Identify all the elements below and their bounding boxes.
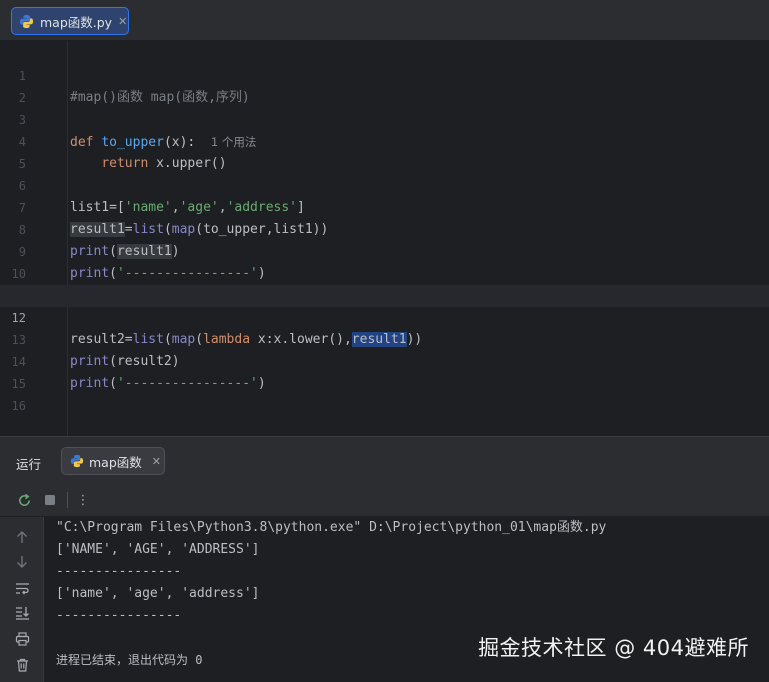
trash-icon[interactable] xyxy=(14,657,30,673)
down-arrow-icon[interactable] xyxy=(14,554,30,570)
close-icon[interactable]: ✕ xyxy=(152,455,161,468)
current-code-line: 12 result2=list(map(lambda x:x.lower(),r… xyxy=(0,285,769,347)
console-side-toolbar xyxy=(0,517,44,682)
code-line: 14 print('----------------') xyxy=(11,355,266,391)
code-line: 10 xyxy=(11,267,26,281)
python-file-icon xyxy=(70,454,84,468)
code-line: 2 xyxy=(18,91,26,105)
python-file-icon xyxy=(19,14,34,28)
code-line: 9 print('----------------') xyxy=(18,245,266,281)
soft-wrap-icon[interactable] xyxy=(14,580,30,596)
rerun-icon[interactable] xyxy=(15,491,33,509)
run-toolbar: ⋮ xyxy=(0,483,769,517)
code-line: 6 list1=['name','age','address'] xyxy=(18,179,305,215)
editor-tab-label: map函数.py xyxy=(40,14,113,30)
code-line: 15 xyxy=(11,377,26,391)
console-line: ['NAME', 'AGE', 'ADDRESS'] xyxy=(56,542,260,557)
stop-icon[interactable] xyxy=(41,491,59,509)
close-icon[interactable]: ✕ xyxy=(118,15,127,28)
run-config-tab[interactable]: map函数 ✕ xyxy=(61,447,165,475)
code-line: 16 xyxy=(11,399,26,413)
console-line: "C:\Program Files\Python3.8\python.exe" … xyxy=(56,520,607,535)
code-editor[interactable]: 1 #map()函数 map(函数,序列) 2 3 def to_upper(x… xyxy=(0,41,769,436)
console-line: ['name', 'age', 'address'] xyxy=(56,586,260,601)
editor-tab-map-py[interactable]: map函数.py ✕ xyxy=(11,7,129,35)
run-tab-label: map函数 xyxy=(89,454,142,470)
up-arrow-icon[interactable] xyxy=(14,529,30,545)
more-options-icon[interactable]: ⋮ xyxy=(74,491,92,509)
code-line: 3 def to_upper(x): 1 个用法 xyxy=(18,113,257,150)
code-line: 8 print(result1) xyxy=(18,223,180,259)
print-icon[interactable] xyxy=(14,631,30,647)
console-line: ---------------- xyxy=(56,608,182,623)
toolbar-separator xyxy=(67,492,68,508)
watermark: 掘金技术社区 @ 404避难所 xyxy=(478,636,749,660)
code-line: 13 print(result2) xyxy=(11,333,180,369)
code-line: 1 #map()函数 map(函数,序列) xyxy=(18,69,250,105)
code-line: 4 return x.upper() xyxy=(18,135,227,171)
code-line: 7 result1=list(map(to_upper,list1)) xyxy=(18,201,329,237)
run-panel-title: 运行 xyxy=(16,457,42,472)
console-line: ---------------- xyxy=(56,564,182,579)
code-line: 11 xyxy=(0,263,769,303)
scroll-to-end-icon[interactable] xyxy=(14,605,30,621)
process-exit-message: 进程已结束，退出代码为 0 xyxy=(56,653,203,667)
code-line: 5 xyxy=(18,157,26,171)
editor-tab-bar: map函数.py ✕ xyxy=(0,0,769,41)
